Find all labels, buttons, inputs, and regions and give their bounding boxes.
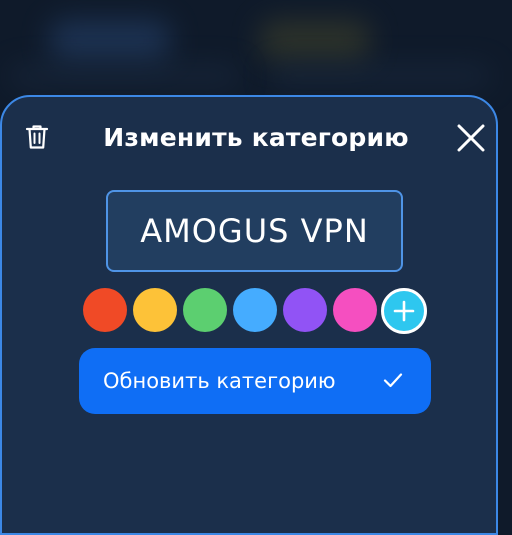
color-swatch-red[interactable] bbox=[83, 288, 127, 332]
category-name-input[interactable]: AMOGUS VPN bbox=[106, 190, 403, 272]
update-category-label: Обновить категорию bbox=[103, 369, 336, 393]
check-icon bbox=[383, 373, 403, 388]
color-swatch-pink[interactable] bbox=[333, 288, 377, 332]
blurred-background-item bbox=[260, 20, 370, 60]
update-category-button[interactable]: Обновить категорию bbox=[79, 348, 431, 414]
blurred-background-item bbox=[10, 66, 240, 86]
color-swatch-blue[interactable] bbox=[233, 288, 277, 332]
color-swatch-yellow[interactable] bbox=[133, 288, 177, 332]
dialog-title: Изменить категорию bbox=[103, 123, 409, 152]
close-icon[interactable] bbox=[455, 122, 487, 154]
blurred-background-item bbox=[270, 66, 490, 86]
plus-icon bbox=[393, 300, 415, 322]
add-color-button[interactable] bbox=[381, 288, 427, 334]
color-swatch-green[interactable] bbox=[183, 288, 227, 332]
color-swatch-purple[interactable] bbox=[283, 288, 327, 332]
blurred-background-item bbox=[50, 20, 170, 60]
